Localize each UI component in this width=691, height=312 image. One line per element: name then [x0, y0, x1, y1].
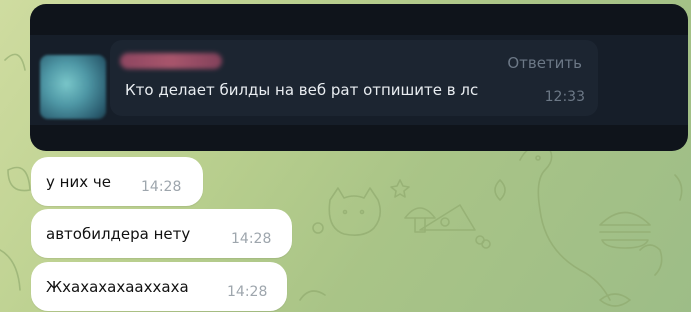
reply-label: Ответить: [507, 54, 582, 72]
wallpaper-cat-icon: [328, 187, 382, 236]
message-time: 14:28: [141, 179, 182, 195]
wallpaper-burger-icon: [599, 211, 651, 249]
message-bubble[interactable]: у них че 14:28: [31, 157, 203, 206]
quoted-message-text: Кто делает билды на веб рат отпишите в л…: [125, 81, 479, 99]
forwarded-screenshot: Ответить Кто делает билды на веб рат отп…: [30, 4, 688, 151]
message-bubble[interactable]: автобилдера нету 14:28: [31, 209, 292, 258]
blurred-sender-name: [120, 53, 222, 69]
message-text: автобилдера нету: [46, 225, 191, 243]
wallpaper-stars-icon: [312, 179, 506, 249]
message-bubble[interactable]: Жхахахахааххаха 14:28: [31, 262, 287, 311]
message-text: у них че: [46, 173, 111, 191]
wallpaper-leaf-icon: [0, 53, 31, 291]
wallpaper-bird-icon: [519, 145, 611, 301]
wallpaper-mushroom-icon: [404, 207, 436, 233]
wallpaper-fish-icon: [299, 290, 631, 307]
message-text: Жхахахахааххаха: [46, 278, 189, 296]
wallpaper-hand-icon: [639, 174, 683, 276]
wallpaper-cheese-icon: [419, 204, 476, 231]
quoted-message-bubble: Ответить Кто делает билды на веб рат отп…: [110, 40, 598, 116]
message-time: 14:28: [231, 231, 272, 247]
quoted-message-time: 12:33: [544, 89, 585, 105]
sender-avatar-icon: [40, 55, 106, 119]
message-time: 14:28: [227, 284, 268, 300]
